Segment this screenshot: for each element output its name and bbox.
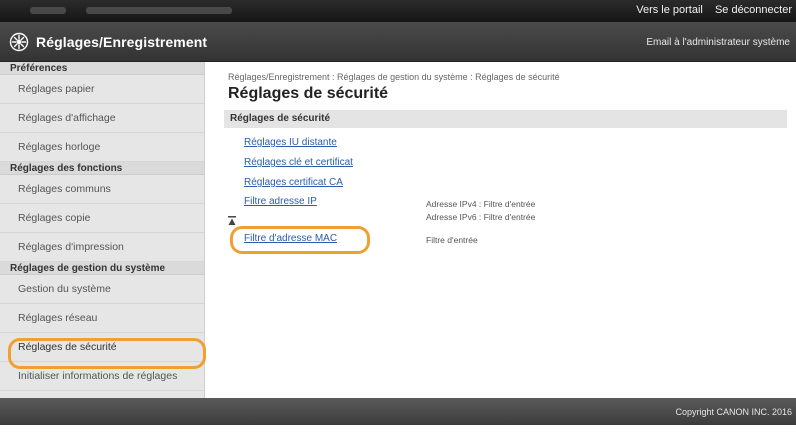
page-title: Réglages de sécurité: [228, 85, 389, 102]
ipv4-filter-value: Adresse IPv4 : Filtre d'entrée: [426, 199, 536, 209]
logout-link[interactable]: Se déconnecter: [715, 4, 792, 16]
sidebar-group-system-management: Réglages de gestion du système: [0, 262, 204, 275]
back-to-top-icon[interactable]: [228, 216, 236, 226]
sidebar-item-system-management[interactable]: Gestion du système: [0, 275, 204, 304]
sidebar-item-network[interactable]: Réglages réseau: [0, 304, 204, 333]
top-links: Vers le portail Se déconnecter: [627, 4, 792, 16]
blurred-device-model: [86, 7, 232, 14]
settings-registration-icon: [9, 32, 29, 52]
ip-address-filter-link[interactable]: Filtre adresse IP: [244, 196, 317, 207]
mac-address-filter-link[interactable]: Filtre d'adresse MAC: [244, 233, 337, 244]
top-bar: Vers le portail Se déconnecter: [0, 0, 796, 22]
header: Réglages/Enregistrement Email à l'admini…: [0, 22, 796, 62]
sidebar-item-common[interactable]: Réglages communs: [0, 175, 204, 204]
admin-email-link[interactable]: Email à l'administrateur système: [646, 37, 790, 48]
blurred-device-name: [30, 7, 66, 14]
ipv6-filter-value: Adresse IPv6 : Filtre d'entrée: [426, 212, 536, 222]
key-certificate-settings-link[interactable]: Réglages clé et certificat: [244, 157, 353, 168]
section-header: Réglages de sécurité: [224, 110, 787, 128]
sidebar-item-clock[interactable]: Réglages horloge: [0, 133, 204, 162]
sidebar-item-display[interactable]: Réglages d'affichage: [0, 104, 204, 133]
main-content: Réglages/Enregistrement : Réglages de ge…: [206, 62, 796, 398]
page-header-title: Réglages/Enregistrement: [36, 34, 208, 50]
mac-filter-value: Filtre d'entrée: [426, 235, 478, 245]
remote-ui-settings-link[interactable]: Réglages IU distante: [244, 137, 337, 148]
footer: Copyright CANON INC. 2016: [0, 398, 796, 425]
sidebar: Préférences Réglages papier Réglages d'a…: [0, 62, 205, 398]
sidebar-item-security[interactable]: Réglages de sécurité: [0, 333, 204, 362]
sidebar-item-print[interactable]: Réglages d'impression: [0, 233, 204, 262]
sidebar-item-paper[interactable]: Réglages papier: [0, 75, 204, 104]
breadcrumb: Réglages/Enregistrement : Réglages de ge…: [228, 72, 560, 82]
copyright-text: Copyright CANON INC. 2016: [675, 407, 792, 417]
sidebar-item-copy[interactable]: Réglages copie: [0, 204, 204, 233]
sidebar-group-functions: Réglages des fonctions: [0, 162, 204, 175]
portal-link[interactable]: Vers le portail: [636, 4, 703, 16]
sidebar-group-preferences: Préférences: [0, 62, 204, 75]
sidebar-item-initialize[interactable]: Initialiser informations de réglages: [0, 362, 204, 391]
ca-certificate-settings-link[interactable]: Réglages certificat CA: [244, 177, 343, 188]
